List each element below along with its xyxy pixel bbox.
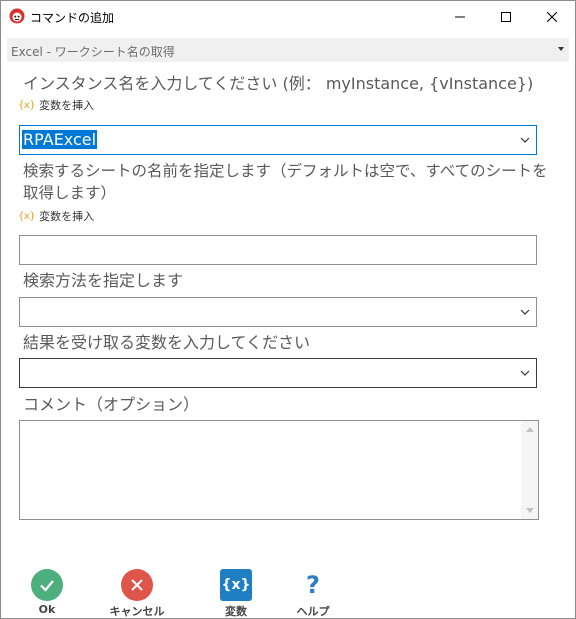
variable-button[interactable]: {x} 変数 — [206, 569, 266, 618]
insert-variable-link-sheet[interactable]: {x} 変数を挿入 — [18, 208, 94, 224]
insert-variable-text: 変数を挿入 — [39, 99, 95, 112]
window-title: コマンドの追加 — [30, 11, 115, 25]
chevron-down-icon[interactable] — [520, 135, 530, 145]
variable-label: 変数 — [225, 605, 247, 618]
comment-scrollbar[interactable] — [521, 421, 538, 519]
ok-button[interactable]: Ok — [17, 569, 77, 618]
title-bar: コマンドの追加 — [1, 1, 575, 32]
checkmark-icon — [31, 569, 63, 601]
command-section-title: Excel - ワークシート名の取得 — [11, 45, 175, 59]
variable-icon: {x} — [220, 569, 252, 601]
robot-red-icon — [9, 8, 25, 24]
minimize-button[interactable] — [437, 1, 483, 32]
search-method-select[interactable] — [19, 297, 537, 327]
close-icon — [547, 11, 557, 22]
scroll-up-icon[interactable] — [526, 427, 534, 432]
instance-name-combobox[interactable]: RPAExcel — [19, 125, 537, 155]
help-button[interactable]: ? ヘルプ — [283, 569, 343, 618]
sheet-name-label: 検索するシートの名前を指定します（デフォルトは空で、すべてのシートを取得します） — [23, 162, 548, 202]
search-method-label: 検索方法を指定します — [23, 271, 184, 290]
variable-insert-icon: {x} — [18, 99, 36, 111]
insert-variable-text: 変数を挿入 — [39, 210, 95, 223]
variable-insert-icon: {x} — [18, 210, 36, 222]
minimize-icon — [455, 16, 465, 17]
chevron-down-icon[interactable] — [520, 307, 530, 317]
cancel-button[interactable]: キャンセル — [107, 569, 167, 618]
command-section-header[interactable]: Excel - ワークシート名の取得 — [7, 38, 569, 62]
close-window-button[interactable] — [529, 1, 575, 32]
instance-value[interactable]: RPAExcel — [22, 129, 98, 151]
result-variable-label: 結果を受け取る変数を入力してください — [23, 333, 311, 352]
comment-textarea[interactable] — [19, 420, 539, 520]
maximize-button[interactable] — [483, 1, 529, 32]
add-command-dialog: コマンドの追加 Excel - ワークシート名の取得 インスタンス名を入力してく… — [0, 0, 576, 619]
cancel-label: キャンセル — [109, 605, 165, 618]
sheet-name-input[interactable] — [19, 235, 537, 265]
comment-label: コメント（オプション） — [23, 395, 200, 414]
cancel-x-icon — [121, 569, 153, 601]
instance-selected-text: RPAExcel — [22, 130, 98, 149]
ok-label: Ok — [38, 603, 56, 616]
instance-label: インスタンス名を入力してください (例： myInstance, {vInsta… — [23, 74, 534, 93]
maximize-icon — [501, 11, 511, 22]
help-question-icon: ? — [297, 569, 329, 601]
scroll-down-icon[interactable] — [526, 508, 534, 513]
result-variable-combobox[interactable] — [19, 358, 537, 388]
chevron-down-icon[interactable] — [520, 368, 530, 378]
insert-variable-link-instance[interactable]: {x} 変数を挿入 — [18, 97, 94, 113]
help-label: ヘルプ — [296, 605, 330, 618]
collapse-arrow-icon[interactable] — [558, 47, 564, 51]
